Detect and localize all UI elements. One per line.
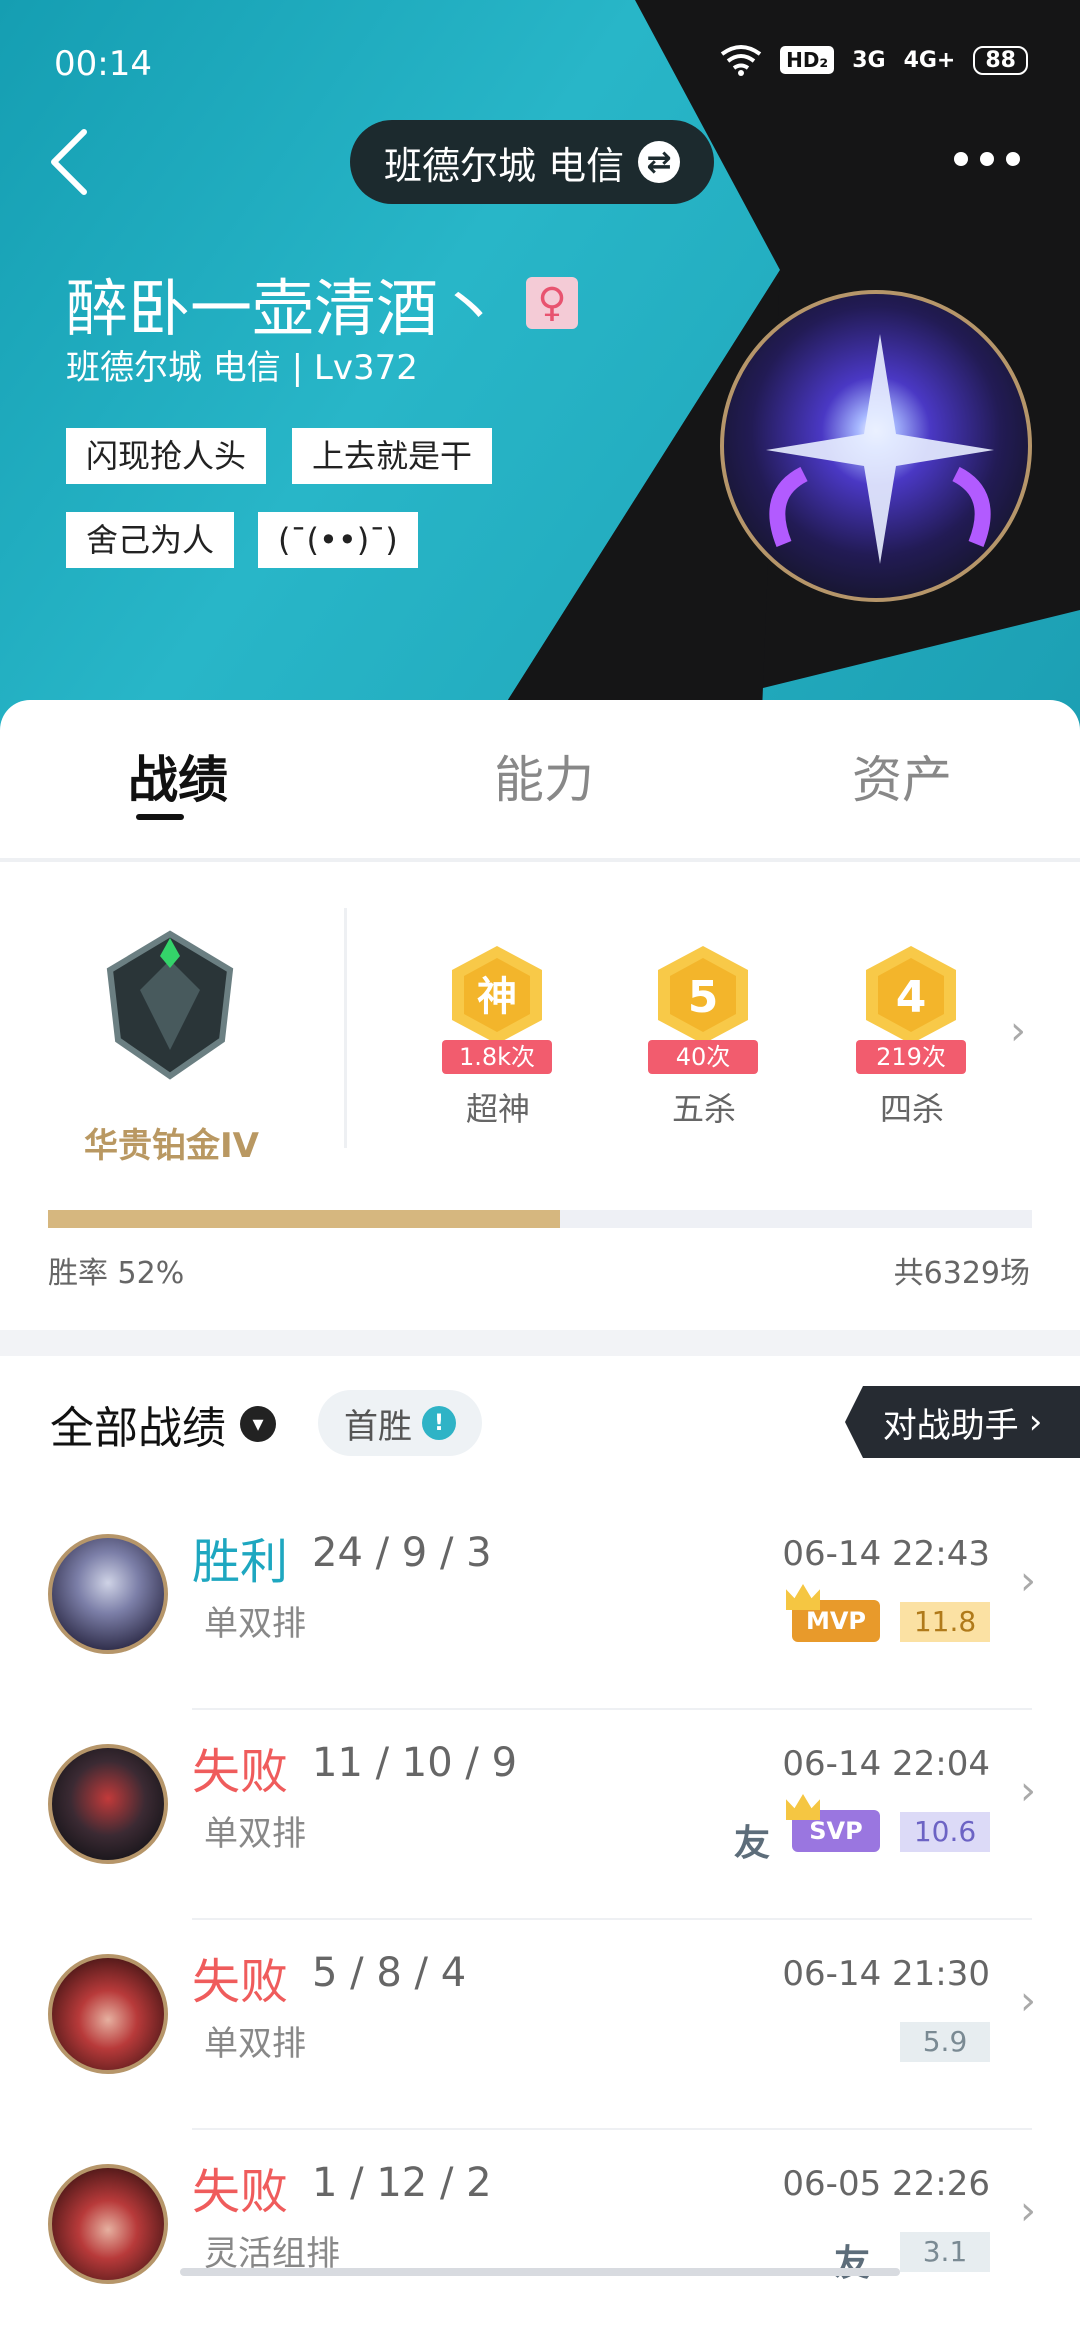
- godlike-medal-icon: 神: [452, 946, 542, 1044]
- badge-label: SVP: [809, 1817, 863, 1845]
- match-result: 失败: [192, 1954, 289, 2010]
- medal-count: 1.8k次: [442, 1040, 552, 1074]
- medal-glyph: 神: [477, 974, 517, 1020]
- friend-icon: 友: [834, 2243, 871, 2284]
- medal-label: 五杀: [671, 1090, 736, 1128]
- assistant-label: 对战助手: [882, 1405, 1019, 1446]
- chevron-right-icon: ›: [1020, 1768, 1036, 1814]
- back-icon[interactable]: [44, 122, 104, 202]
- match-time: 06-14 22:04: [782, 1744, 990, 1784]
- divider: [344, 908, 347, 1148]
- chevron-right-icon: ›: [1028, 1402, 1043, 1442]
- match-kda: 11 / 10 / 9: [312, 1740, 518, 1786]
- medal-label: 超神: [465, 1090, 530, 1128]
- match-score: 5.9: [900, 2022, 990, 2062]
- battery-icon: 88: [973, 45, 1028, 75]
- match-row[interactable]: 胜利 24 / 9 / 3 单双排 06-14 22:43 MVP 11.8 ›: [0, 1500, 1080, 1710]
- chevron-down-icon: ▾: [240, 1406, 276, 1442]
- player-name: 醉卧一壶清酒丶: [66, 272, 501, 345]
- tab-ability[interactable]: 能力: [494, 740, 594, 812]
- player-sub-info: 班德尔城 电信 | Lv372: [66, 348, 418, 388]
- player-tag: 上去就是干: [292, 428, 493, 484]
- medal-glyph: 5: [688, 972, 719, 1023]
- match-kda: 5 / 8 / 4: [312, 1950, 467, 1996]
- section-divider: [0, 1330, 1080, 1356]
- rank-emblem-icon[interactable]: [100, 930, 240, 1080]
- badge-label: MVP: [805, 1607, 867, 1635]
- wifi-icon: [720, 45, 762, 76]
- medals-chevron-icon[interactable]: ›: [1010, 1008, 1026, 1054]
- champion-avatar: [48, 2164, 168, 2284]
- status-icons: HD₂ 3G 4G+ 88: [720, 44, 1028, 76]
- match-kda: 1 / 12 / 2: [312, 2160, 492, 2206]
- svp-badge: SVP: [786, 1794, 880, 1852]
- friend-icon: 友: [734, 1823, 771, 1864]
- champion-avatar: [48, 1534, 168, 1654]
- match-time: 06-14 22:43: [782, 1534, 990, 1574]
- first-win-button[interactable]: 首胜 !: [318, 1390, 482, 1456]
- match-row[interactable]: 失败 5 / 8 / 4 单双排 06-14 21:30 5.9 ›: [0, 1920, 1080, 2130]
- match-score: 3.1: [900, 2232, 990, 2272]
- more-options-icon[interactable]: [954, 152, 1020, 166]
- win-rate-bar-fill: [48, 1210, 560, 1228]
- exclamation-icon: !: [422, 1406, 456, 1440]
- player-name-row: 醉卧一壶清酒丶 ♀: [66, 258, 579, 348]
- medal-count: 219次: [856, 1040, 966, 1074]
- signal-4g-icon: 4G+: [903, 47, 956, 73]
- match-time: 06-05 22:26: [782, 2164, 990, 2204]
- match-score: 11.8: [900, 1602, 990, 1642]
- quadrakill-medal-icon: 4: [866, 946, 956, 1044]
- mvp-badge: MVP: [786, 1584, 880, 1642]
- active-tab-indicator: [136, 814, 184, 820]
- avatar-star-icon: [766, 334, 994, 564]
- player-tag: (¯(••)¯): [258, 512, 418, 568]
- match-result: 失败: [192, 2164, 289, 2220]
- chevron-right-icon: ›: [1020, 1558, 1036, 1604]
- divider: [0, 858, 1080, 862]
- player-tag: 闪现抢人头: [66, 428, 267, 484]
- match-row[interactable]: 失败 11 / 10 / 9 单双排 06-14 22:04 友 SVP 10.…: [0, 1710, 1080, 1920]
- total-games: 共6329场: [893, 1256, 1030, 1291]
- match-mode: 单双排: [204, 2024, 306, 2064]
- match-mode: 单双排: [204, 1814, 306, 1854]
- match-score: 10.6: [900, 1812, 990, 1852]
- crown-icon: [786, 1584, 820, 1610]
- match-time: 06-14 21:30: [782, 1954, 990, 1994]
- champion-avatar: [48, 1954, 168, 2074]
- crown-icon: [786, 1794, 820, 1820]
- battle-assistant-button[interactable]: 对战助手 ›: [845, 1386, 1080, 1458]
- tab-assets[interactable]: 资产: [852, 740, 952, 812]
- tab-match-record[interactable]: 战绩: [128, 740, 228, 812]
- scroll-indicator: [180, 2268, 900, 2276]
- server-label: 班德尔城 电信: [384, 143, 625, 188]
- champion-avatar: [48, 1744, 168, 1864]
- match-result: 胜利: [192, 1534, 289, 1590]
- signal-3g-icon: 3G: [852, 47, 886, 73]
- match-result: 失败: [192, 1744, 289, 1800]
- status-time: 00:14: [54, 44, 152, 84]
- female-gender-icon: ♀: [526, 277, 579, 329]
- match-kda: 24 / 9 / 3: [312, 1530, 492, 1576]
- match-row[interactable]: 失败 1 / 12 / 2 灵活组排 06-05 22:26 友 3.1 ›: [0, 2130, 1080, 2340]
- server-switch-button[interactable]: 班德尔城 电信 ⇄: [350, 120, 715, 204]
- records-title: 全部战绩: [50, 1403, 226, 1454]
- chevron-right-icon: ›: [1020, 1978, 1036, 2024]
- player-avatar[interactable]: [720, 290, 1032, 602]
- swap-icon: ⇄: [638, 141, 681, 183]
- pentakill-medal-icon: 5: [658, 946, 748, 1044]
- medal-count: 40次: [648, 1040, 758, 1074]
- medal-glyph: 4: [896, 972, 927, 1023]
- first-win-label: 首胜: [344, 1406, 412, 1447]
- match-mode: 单双排: [204, 1604, 306, 1644]
- win-rate-label: 胜率 52%: [48, 1256, 185, 1291]
- rank-name: 华贵铂金IV: [84, 1126, 259, 1166]
- player-tag: 舍己为人: [66, 512, 235, 568]
- medal-label: 四杀: [879, 1090, 944, 1128]
- hd-icon: HD₂: [780, 46, 835, 74]
- all-records-filter[interactable]: 全部战绩 ▾: [50, 1392, 276, 1456]
- chevron-right-icon: ›: [1020, 2188, 1036, 2234]
